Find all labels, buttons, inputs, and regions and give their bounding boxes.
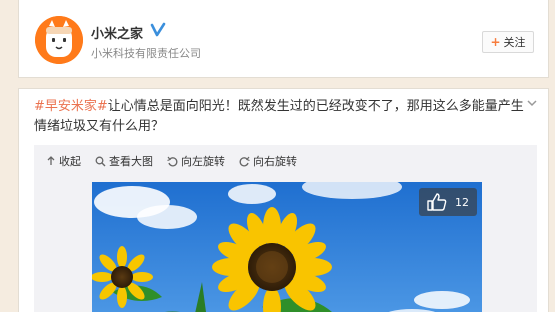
media-toolbar: 收起 查看大图 向左旋转 向右旋转 <box>34 145 297 177</box>
view-large-button[interactable]: 查看大图 <box>95 153 153 169</box>
profile-company: 小米科技有限责任公司 <box>91 47 201 60</box>
post-card: #早安米家#让心情总是面向阳光！既然发生过的已经改变不了，那用这么多能量产生情绪… <box>18 88 549 312</box>
post-text: #早安米家#让心情总是面向阳光！既然发生过的已经改变不了，那用这么多能量产生情绪… <box>34 97 529 137</box>
profile-name[interactable]: 小米之家 <box>91 23 143 42</box>
follow-button[interactable]: + 关注 <box>482 31 534 53</box>
like-count: 12 <box>455 195 469 209</box>
rotate-left-label: 向左旋转 <box>181 155 225 168</box>
like-button[interactable]: 12 <box>419 188 477 216</box>
verified-icon <box>150 22 166 37</box>
page-frame: 小米之家 小米科技有限责任公司 + 关注 #早安米家#让心情总是面向阳光！既然发… <box>18 0 549 312</box>
search-icon <box>95 156 106 166</box>
post-body: 让心情总是面向阳光！既然发生过的已经改变不了，那用这么多能量产生情绪垃圾又有什么… <box>34 99 524 134</box>
rotate-right-label: 向右旋转 <box>253 155 297 168</box>
avatar[interactable] <box>35 16 83 64</box>
collapse-button[interactable]: 收起 <box>46 153 81 169</box>
arrow-up-icon <box>47 156 55 165</box>
follow-label: 关注 <box>503 36 526 49</box>
collapse-label: 收起 <box>59 155 81 168</box>
rotate-right-button[interactable]: 向右旋转 <box>239 153 297 169</box>
rotate-right-icon <box>239 156 250 166</box>
hashtag-link[interactable]: #早安米家# <box>34 99 108 114</box>
post-photo[interactable]: 12 <box>92 182 482 312</box>
media-box: 收起 查看大图 向左旋转 向右旋转 12 <box>34 145 537 312</box>
plus-icon: + <box>490 35 501 49</box>
profile-card: 小米之家 小米科技有限责任公司 + 关注 <box>18 0 549 78</box>
rotate-left-icon <box>167 156 178 166</box>
view-large-label: 查看大图 <box>109 155 153 168</box>
thumbs-up-icon <box>427 193 447 211</box>
mitu-logo-icon <box>35 16 83 64</box>
rotate-left-button[interactable]: 向左旋转 <box>167 153 225 169</box>
